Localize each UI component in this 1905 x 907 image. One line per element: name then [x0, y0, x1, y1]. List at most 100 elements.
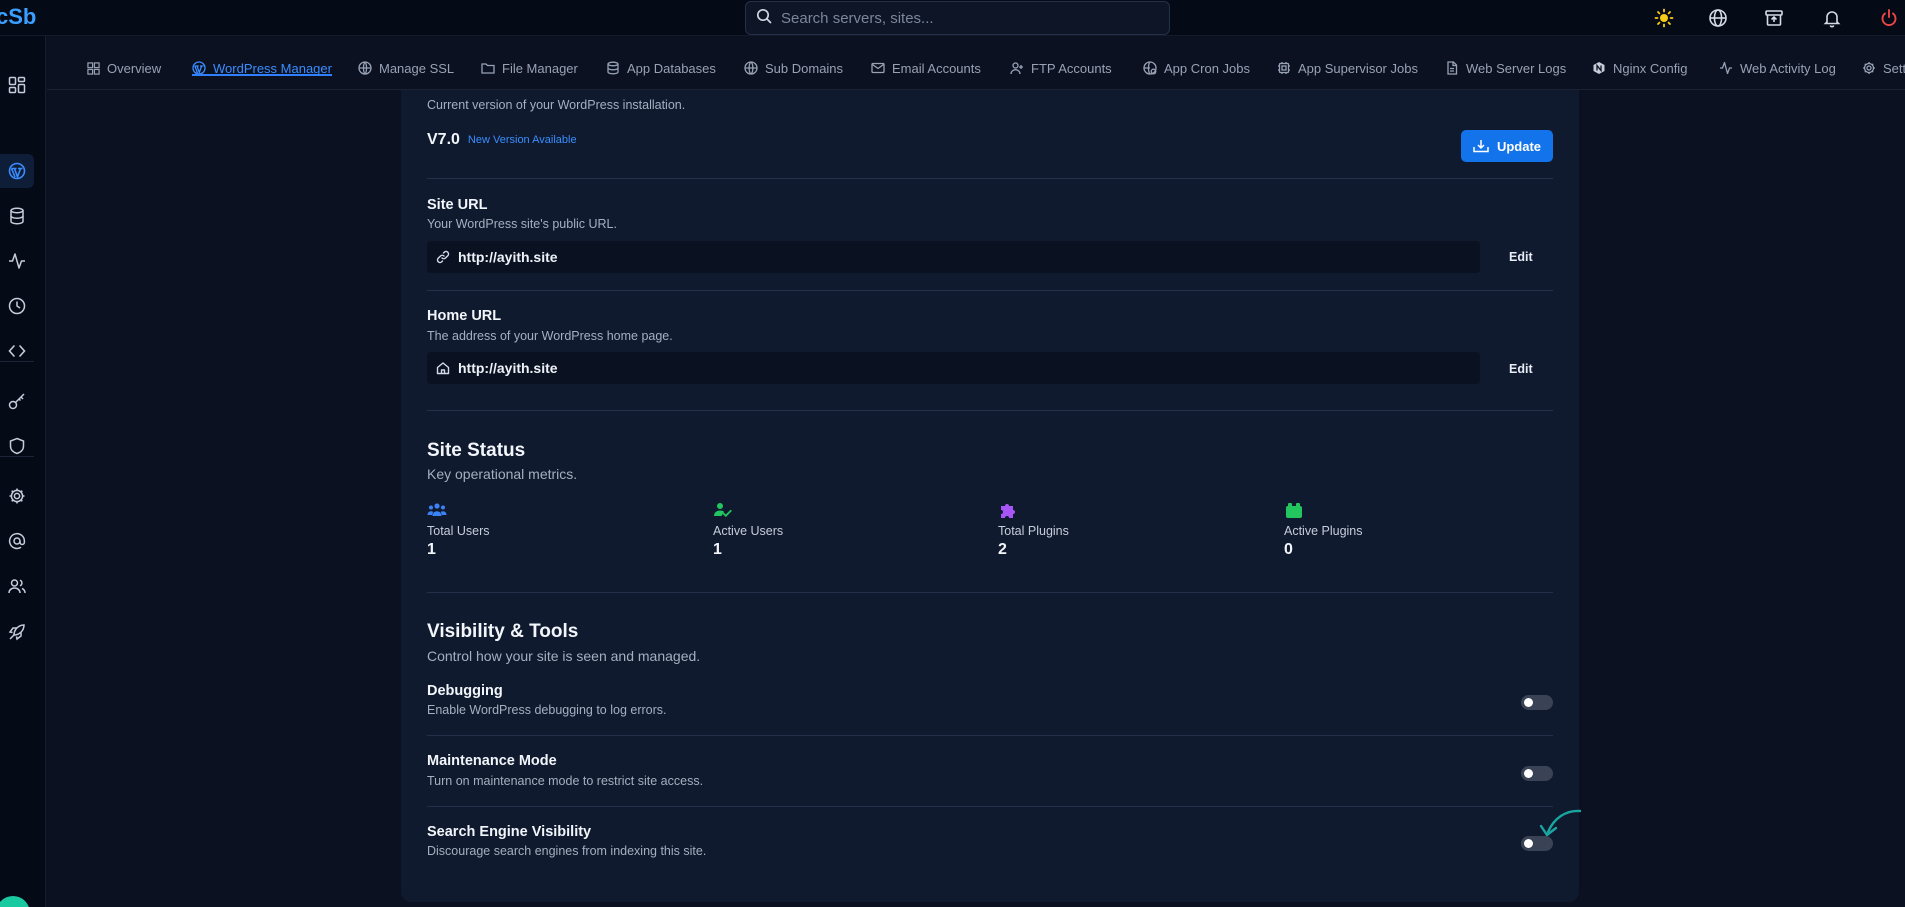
search-icon [756, 8, 772, 29]
tab-web-activity-log[interactable]: Web Activity Log [1719, 46, 1836, 90]
shield-globe-icon [358, 61, 372, 75]
tab-sub-domains[interactable]: Sub Domains [744, 46, 843, 90]
version-description: Current version of your WordPress instal… [427, 98, 686, 112]
tab-web-server-logs[interactable]: Web Server Logs [1445, 46, 1566, 90]
debugging-description: Enable WordPress debugging to log errors… [427, 703, 667, 717]
tools-subtitle: Control how your site is seen and manage… [427, 648, 701, 664]
app-logo[interactable]: cSb [0, 6, 38, 28]
divider [427, 410, 1553, 411]
maintenance-mode-title: Maintenance Mode [427, 753, 557, 769]
tab-manage-ssl[interactable]: Manage SSL [358, 46, 454, 90]
metric-value: 1 [427, 541, 436, 558]
grid-icon [87, 61, 100, 75]
tab-app-supervisor-jobs[interactable]: App Supervisor Jobs [1277, 46, 1418, 90]
search-engine-visibility-title: Search Engine Visibility [427, 824, 592, 840]
archive-icon[interactable] [1764, 8, 1784, 28]
home-url-title: Home URL [427, 308, 502, 324]
code-icon[interactable] [0, 334, 34, 368]
globe-icon [744, 61, 758, 75]
tab-wordpress-manager[interactable]: WordPress Manager [192, 46, 332, 90]
database-icon [607, 61, 619, 75]
toggle-knob [1524, 769, 1533, 778]
sun-icon[interactable] [1654, 8, 1674, 28]
metric-active-users: Active Users 1 [713, 502, 953, 558]
home-url-edit-button[interactable]: Edit [1509, 362, 1533, 376]
metric-total-plugins: Total Plugins 2 [998, 502, 1238, 558]
users-icon [427, 503, 447, 516]
home-icon [436, 362, 450, 375]
tab-overview[interactable]: Overview [87, 46, 161, 90]
link-icon [436, 250, 450, 264]
sidebar-divider [0, 456, 34, 457]
chip-icon [1278, 62, 1290, 74]
activity-icon [1720, 61, 1732, 75]
mail-icon [871, 62, 885, 74]
activity-icon[interactable] [0, 244, 34, 278]
shield-icon[interactable] [0, 429, 34, 463]
database-icon[interactable] [0, 199, 34, 233]
tab-ftp-accounts[interactable]: FTP Accounts [1010, 46, 1112, 90]
global-search[interactable] [745, 1, 1170, 35]
tab-nav: Overview WordPress Manager Manage SSL Fi… [47, 46, 1905, 90]
divider [427, 806, 1553, 807]
dashboard-icon[interactable] [0, 68, 34, 102]
download-icon [1473, 140, 1489, 153]
rocket-icon[interactable] [0, 615, 34, 649]
gear-icon[interactable] [0, 479, 34, 513]
site-url-description: Your WordPress site's public URL. [427, 217, 617, 231]
search-engine-visibility-description: Discourage search engines from indexing … [427, 844, 707, 858]
home-url-description: The address of your WordPress home page. [427, 329, 673, 343]
wordpress-card: Current version of your WordPress instal… [401, 90, 1582, 902]
divider [427, 735, 1553, 736]
tab-nginx-config[interactable]: Nginx Config [1592, 46, 1687, 90]
metric-total-users: Total Users 1 [427, 502, 667, 558]
tab-file-manager[interactable]: File Manager [481, 46, 578, 90]
maintenance-mode-description: Turn on maintenance mode to restrict sit… [427, 774, 704, 788]
debugging-toggle[interactable] [1521, 695, 1553, 710]
site-status-subtitle: Key operational metrics. [427, 466, 578, 482]
key-icon[interactable] [0, 384, 34, 418]
bell-icon[interactable] [1822, 8, 1842, 28]
globe-icon[interactable] [1708, 8, 1728, 28]
at-icon[interactable] [0, 524, 34, 558]
sidebar-divider [0, 361, 34, 362]
top-bar: cSb [0, 0, 1905, 36]
site-url-field[interactable]: http://ayith.site [427, 241, 1480, 273]
metric-active-plugins: Active Plugins 0 [1284, 502, 1524, 558]
tab-email-accounts[interactable]: Email Accounts [871, 46, 981, 90]
gear-icon [1863, 62, 1875, 74]
plug-icon [1286, 503, 1302, 518]
site-url-value: http://ayith.site [458, 249, 558, 265]
version-value: V7.0 [427, 131, 460, 148]
maintenance-mode-toggle[interactable] [1521, 766, 1553, 781]
version-row: V7.0 New Version Available [427, 126, 1553, 154]
toggle-knob [1524, 839, 1533, 848]
tab-app-cron-jobs[interactable]: App Cron Jobs [1143, 46, 1250, 90]
avatar[interactable] [0, 896, 30, 907]
logo-icon: cSb [0, 6, 36, 28]
tab-app-databases[interactable]: App Databases [606, 46, 716, 90]
svg-text:cSb: cSb [0, 6, 36, 28]
nginx-icon [1593, 62, 1605, 74]
clock-icon[interactable] [0, 289, 34, 323]
update-button[interactable]: Update [1461, 130, 1553, 162]
wordpress-icon[interactable] [0, 154, 34, 188]
metric-value: 2 [998, 541, 1007, 558]
divider [427, 592, 1553, 593]
clock-globe-icon [1143, 61, 1157, 75]
home-url-field[interactable]: http://ayith.site [427, 352, 1480, 384]
site-status-title: Site Status [427, 440, 526, 461]
file-icon [1447, 61, 1458, 75]
divider [427, 178, 1553, 179]
tools-title: Visibility & Tools [427, 621, 579, 642]
metric-value: 0 [1284, 541, 1293, 558]
tab-settings[interactable]: Setti [1862, 46, 1905, 90]
new-version-link[interactable]: New Version Available [468, 134, 577, 146]
power-icon[interactable] [1879, 8, 1899, 28]
user-check-icon [714, 503, 732, 518]
sidebar [0, 36, 46, 907]
users-icon[interactable] [0, 569, 34, 603]
search-input[interactable] [781, 9, 1141, 27]
user-plus-icon [1010, 62, 1023, 75]
site-url-edit-button[interactable]: Edit [1509, 250, 1533, 264]
